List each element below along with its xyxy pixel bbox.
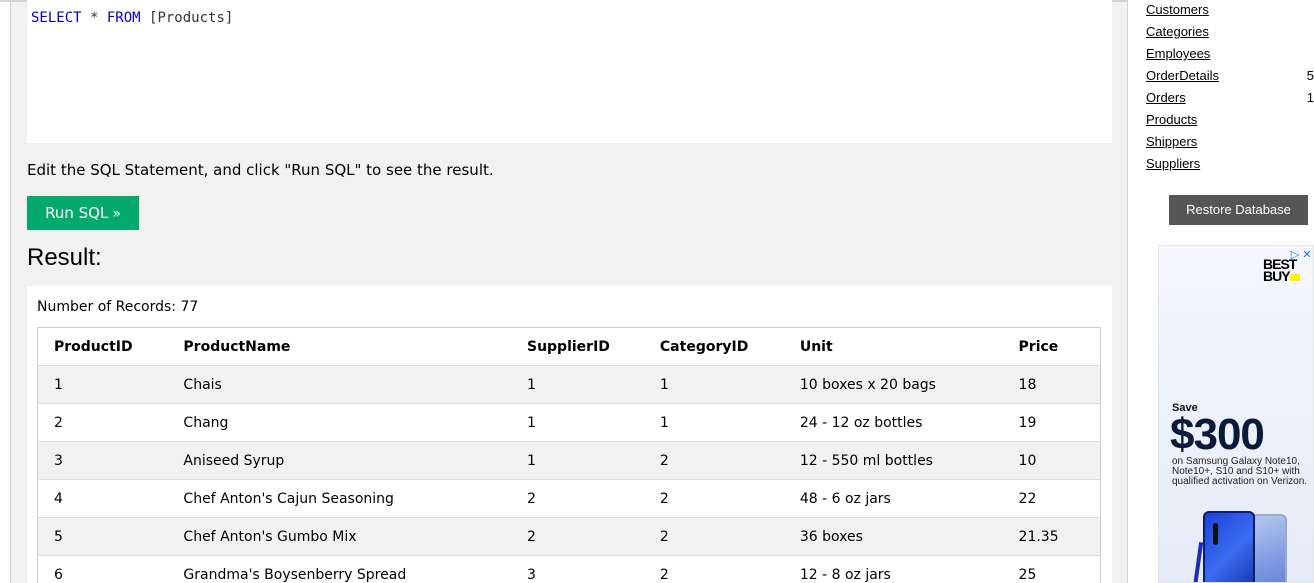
table-link[interactable]: Products	[1146, 112, 1197, 127]
table-cell: 2	[510, 517, 644, 556]
column-header: Unit	[783, 327, 1003, 366]
run-sql-button[interactable]: Run SQL»	[27, 196, 139, 230]
sidebar-item-categories: Categories	[1146, 22, 1314, 44]
table-cell: 2	[643, 479, 784, 518]
camera-icon	[1213, 523, 1218, 545]
table-cell: 4	[37, 479, 168, 518]
result-panel: Number of Records: 77 ProductID ProductNa…	[27, 286, 1112, 583]
table-cell: 2	[643, 555, 784, 583]
table-cell: 3	[37, 441, 168, 480]
table-link[interactable]: Orders	[1146, 90, 1186, 105]
sql-code[interactable]: SELECT * FROM [Products]	[31, 10, 233, 26]
table-cell: 1	[510, 441, 644, 480]
record-count: Number of Records: 77	[37, 299, 199, 315]
table-cell: 24 - 12 oz bottles	[783, 403, 1003, 442]
column-header: Price	[1002, 327, 1101, 366]
table-link[interactable]: Employees	[1146, 46, 1210, 61]
table-cell: 10	[1002, 441, 1101, 480]
instruction-text: Edit the SQL Statement, and click "Run S…	[27, 161, 494, 179]
sql-editor[interactable]: SELECT * FROM [Products]	[27, 0, 1112, 143]
sidebar: Customers Categories Employees OrderDetails…	[1128, 0, 1314, 583]
table-cell: 2	[643, 441, 784, 480]
column-header: CategoryID	[643, 327, 784, 366]
table-cell: 2	[510, 479, 644, 518]
table-header-row: ProductID ProductName SupplierID CategoryID…	[37, 327, 1101, 366]
table-row: 3 Aniseed Syrup 1 2 12 - 550 ml bottles 10	[37, 441, 1101, 480]
ad-fine-print: on Samsung Galaxy Note10, Note10+, S10 a…	[1172, 456, 1308, 487]
table-link[interactable]: OrderDetails	[1146, 68, 1219, 83]
sidebar-item-shippers: Shippers	[1146, 132, 1314, 154]
phone-image	[1203, 511, 1255, 582]
table-link[interactable]: Shippers	[1146, 134, 1197, 149]
sidebar-item-products: Products	[1146, 110, 1314, 132]
record-count-value: 1	[1306, 90, 1314, 105]
table-cell: 3	[510, 555, 644, 583]
table-cell: 2	[37, 403, 168, 442]
table-row: 5 Chef Anton's Gumbo Mix 2 2 36 boxes 21.35	[37, 517, 1101, 556]
table-link[interactable]: Customers	[1146, 2, 1209, 17]
result-table: ProductID ProductName SupplierID CategoryID…	[37, 327, 1101, 583]
table-cell: Aniseed Syrup	[167, 441, 511, 480]
column-header: ProductName	[167, 327, 511, 366]
table-cell: 1	[37, 365, 168, 404]
ad-amount: $300	[1170, 410, 1265, 459]
table-cell: 10 boxes x 20 bags	[783, 365, 1003, 404]
column-header: ProductID	[37, 327, 168, 366]
table-cell: Grandma's Boysenberry Spread	[167, 555, 511, 583]
chevron-right-icon: »	[112, 206, 121, 222]
column-header: SupplierID	[510, 327, 644, 366]
table-cell: Chef Anton's Cajun Seasoning	[167, 479, 511, 518]
table-cell: 6	[37, 555, 168, 583]
table-row: 4 Chef Anton's Cajun Seasoning 2 2 48 - 6 oz…	[37, 479, 1101, 518]
close-icon[interactable]: ✕	[1301, 248, 1313, 261]
result-heading: Result:	[27, 244, 102, 271]
sidebar-item-customers: Customers	[1146, 0, 1314, 22]
sql-star: *	[81, 10, 107, 26]
sql-keyword-from: FROM	[106, 10, 141, 26]
sidebar-item-orders: Orders 1	[1146, 88, 1314, 110]
sql-table-name: [Products]	[140, 10, 234, 26]
table-cell: 12 - 8 oz jars	[783, 555, 1003, 583]
table-cell: 1	[643, 365, 784, 404]
table-cell: 22	[1002, 479, 1101, 518]
table-row: 2 Chang 1 1 24 - 12 oz bottles 19	[37, 403, 1101, 442]
database-table-list: Customers Categories Employees OrderDetails…	[1146, 0, 1314, 176]
advertisement[interactable]: ▷ ✕ BEST BUY Save $300 on Samsung Galaxy N…	[1158, 245, 1314, 583]
table-cell: 18	[1002, 365, 1101, 404]
table-cell: 5	[37, 517, 168, 556]
table-cell: 21.35	[1002, 517, 1101, 556]
sidebar-item-orderdetails: OrderDetails 5	[1146, 66, 1314, 88]
stylus-image	[1190, 542, 1204, 582]
run-sql-label: Run SQL	[45, 204, 109, 222]
table-link[interactable]: Suppliers	[1146, 156, 1200, 171]
table-cell: 19	[1002, 403, 1101, 442]
table-cell: 12 - 550 ml bottles	[783, 441, 1003, 480]
restore-database-button[interactable]: Restore Database	[1169, 195, 1308, 225]
table-cell: 36 boxes	[783, 517, 1003, 556]
best-buy-logo: BEST BUY	[1263, 257, 1300, 283]
table-cell: 48 - 6 oz jars	[783, 479, 1003, 518]
table-cell: Chais	[167, 365, 511, 404]
table-cell: 1	[643, 403, 784, 442]
table-cell: 1	[510, 403, 644, 442]
table-cell: Chang	[167, 403, 511, 442]
table-row: 1 Chais 1 1 10 boxes x 20 bags 18	[37, 365, 1101, 404]
table-link[interactable]: Categories	[1146, 24, 1209, 39]
table-cell: 2	[643, 517, 784, 556]
sql-keyword-select: SELECT	[31, 10, 82, 26]
table-cell: Chef Anton's Gumbo Mix	[167, 517, 511, 556]
sidebar-item-suppliers: Suppliers	[1146, 154, 1314, 176]
table-row: 6 Grandma's Boysenberry Spread 3 2 12 - 8 oz…	[37, 555, 1101, 583]
sidebar-item-employees: Employees	[1146, 44, 1314, 66]
table-cell: 25	[1002, 555, 1101, 583]
table-cell: 1	[510, 365, 644, 404]
record-count-value: 5	[1306, 68, 1314, 83]
